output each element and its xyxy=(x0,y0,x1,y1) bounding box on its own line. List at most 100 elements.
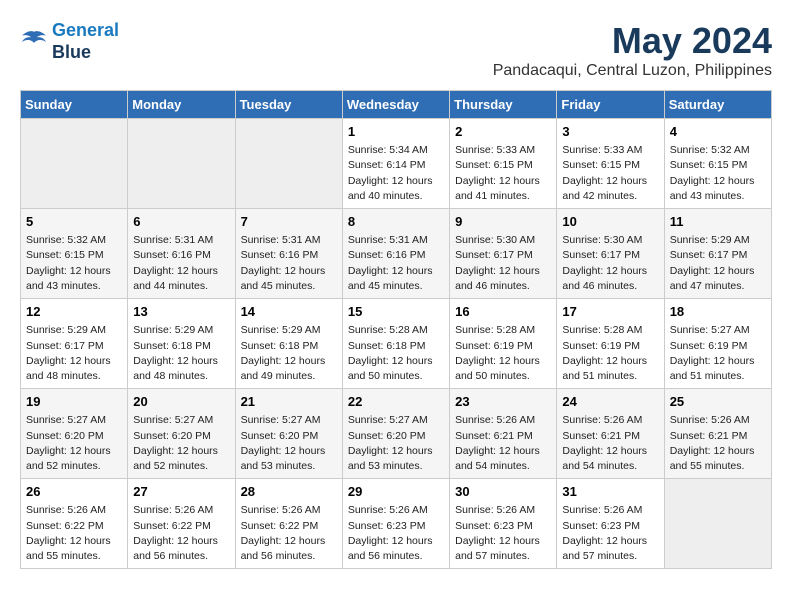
calendar-cell: 3Sunrise: 5:33 AM Sunset: 6:15 PM Daylig… xyxy=(557,119,664,209)
calendar-cell: 29Sunrise: 5:26 AM Sunset: 6:23 PM Dayli… xyxy=(342,479,449,569)
day-number: 31 xyxy=(562,483,658,501)
day-info: Sunrise: 5:29 AM Sunset: 6:18 PM Dayligh… xyxy=(241,323,337,384)
day-number: 17 xyxy=(562,303,658,321)
day-info: Sunrise: 5:31 AM Sunset: 6:16 PM Dayligh… xyxy=(241,233,337,294)
location-title: Pandacaqui, Central Luzon, Philippines xyxy=(493,62,772,80)
calendar-cell: 18 Sunrise: 5:27 AM Sunset: 6:19 PM Dayli… xyxy=(664,299,771,389)
day-info: Sunrise: 5:28 AM Sunset: 6:18 PM Dayligh… xyxy=(348,323,444,384)
logo: General Blue xyxy=(20,20,119,63)
title-block: May 2024 Pandacaqui, Central Luzon, Phil… xyxy=(493,20,772,80)
calendar-week-row: 26 Sunrise: 5:26 AM Sunset: 6:22 PM Dayli… xyxy=(21,479,772,569)
calendar-cell: 28Sunrise: 5:26 AM Sunset: 6:22 PM Dayli… xyxy=(235,479,342,569)
calendar-table: SundayMondayTuesdayWednesdayThursdayFrid… xyxy=(20,90,772,569)
day-of-week-header: Thursday xyxy=(450,91,557,119)
day-info: Sunrise: 5:32 AM Sunset: 6:15 PM Dayligh… xyxy=(26,233,122,294)
calendar-cell: 6 Sunrise: 5:31 AM Sunset: 6:16 PM Daylig… xyxy=(128,209,235,299)
day-number: 13 xyxy=(133,303,229,321)
month-title: May 2024 xyxy=(493,20,772,62)
day-info: Sunrise: 5:30 AM Sunset: 6:17 PM Dayligh… xyxy=(562,233,658,294)
calendar-cell: 25Sunrise: 5:26 AM Sunset: 6:21 PM Dayli… xyxy=(664,389,771,479)
day-info: Sunrise: 5:29 AM Sunset: 6:18 PM Dayligh… xyxy=(133,323,229,384)
calendar-cell: 22 Sunrise: 5:27 AM Sunset: 6:20 PM Dayli… xyxy=(342,389,449,479)
day-number: 24 xyxy=(562,393,658,411)
calendar-week-row: 1Sunrise: 5:34 AM Sunset: 6:14 PM Daylig… xyxy=(21,119,772,209)
day-number: 23 xyxy=(455,393,551,411)
calendar-cell: 4 Sunrise: 5:32 AM Sunset: 6:15 PM Daylig… xyxy=(664,119,771,209)
calendar-cell xyxy=(21,119,128,209)
day-of-week-header: Wednesday xyxy=(342,91,449,119)
day-info: Sunrise: 5:31 AM Sunset: 6:16 PM Dayligh… xyxy=(348,233,444,294)
calendar-cell: 7Sunrise: 5:31 AM Sunset: 6:16 PM Daylig… xyxy=(235,209,342,299)
calendar-cell: 2 Sunrise: 5:33 AM Sunset: 6:15 PM Daylig… xyxy=(450,119,557,209)
logo-icon xyxy=(20,30,48,54)
day-info: Sunrise: 5:26 AM Sunset: 6:21 PM Dayligh… xyxy=(455,413,551,474)
day-info: Sunrise: 5:27 AM Sunset: 6:19 PM Dayligh… xyxy=(670,323,766,384)
calendar-cell: 26 Sunrise: 5:26 AM Sunset: 6:22 PM Dayli… xyxy=(21,479,128,569)
calendar-cell xyxy=(235,119,342,209)
calendar-cell: 27 Sunrise: 5:26 AM Sunset: 6:22 PM Dayli… xyxy=(128,479,235,569)
calendar-week-row: 19 Sunrise: 5:27 AM Sunset: 6:20 PM Dayli… xyxy=(21,389,772,479)
calendar-cell xyxy=(664,479,771,569)
calendar-cell: 14 Sunrise: 5:29 AM Sunset: 6:18 PM Dayli… xyxy=(235,299,342,389)
day-info: Sunrise: 5:26 AM Sunset: 6:23 PM Dayligh… xyxy=(562,503,658,564)
calendar-week-row: 5 Sunrise: 5:32 AM Sunset: 6:15 PM Daylig… xyxy=(21,209,772,299)
day-of-week-header: Tuesday xyxy=(235,91,342,119)
day-info: Sunrise: 5:27 AM Sunset: 6:20 PM Dayligh… xyxy=(26,413,122,474)
day-number: 27 xyxy=(133,483,229,501)
day-number: 4 xyxy=(670,123,766,141)
day-number: 1 xyxy=(348,123,444,141)
day-info: Sunrise: 5:26 AM Sunset: 6:21 PM Dayligh… xyxy=(562,413,658,474)
day-info: Sunrise: 5:26 AM Sunset: 6:22 PM Dayligh… xyxy=(241,503,337,564)
day-of-week-header: Monday xyxy=(128,91,235,119)
calendar-cell: 5 Sunrise: 5:32 AM Sunset: 6:15 PM Daylig… xyxy=(21,209,128,299)
day-number: 30 xyxy=(455,483,551,501)
day-number: 9 xyxy=(455,213,551,231)
day-info: Sunrise: 5:28 AM Sunset: 6:19 PM Dayligh… xyxy=(562,323,658,384)
day-info: Sunrise: 5:26 AM Sunset: 6:22 PM Dayligh… xyxy=(133,503,229,564)
calendar-cell: 11Sunrise: 5:29 AM Sunset: 6:17 PM Dayli… xyxy=(664,209,771,299)
calendar-cell: 17 Sunrise: 5:28 AM Sunset: 6:19 PM Dayli… xyxy=(557,299,664,389)
calendar-cell: 8 Sunrise: 5:31 AM Sunset: 6:16 PM Daylig… xyxy=(342,209,449,299)
calendar-cell: 13 Sunrise: 5:29 AM Sunset: 6:18 PM Dayli… xyxy=(128,299,235,389)
day-number: 11 xyxy=(670,213,766,231)
day-number: 18 xyxy=(670,303,766,321)
day-info: Sunrise: 5:26 AM Sunset: 6:23 PM Dayligh… xyxy=(348,503,444,564)
calendar-week-row: 12Sunrise: 5:29 AM Sunset: 6:17 PM Dayli… xyxy=(21,299,772,389)
day-number: 6 xyxy=(133,213,229,231)
day-number: 2 xyxy=(455,123,551,141)
day-of-week-header: Friday xyxy=(557,91,664,119)
calendar-cell: 10Sunrise: 5:30 AM Sunset: 6:17 PM Dayli… xyxy=(557,209,664,299)
day-info: Sunrise: 5:32 AM Sunset: 6:15 PM Dayligh… xyxy=(670,143,766,204)
day-number: 22 xyxy=(348,393,444,411)
day-number: 14 xyxy=(241,303,337,321)
calendar-cell: 12Sunrise: 5:29 AM Sunset: 6:17 PM Dayli… xyxy=(21,299,128,389)
day-number: 19 xyxy=(26,393,122,411)
day-info: Sunrise: 5:29 AM Sunset: 6:17 PM Dayligh… xyxy=(26,323,122,384)
day-info: Sunrise: 5:27 AM Sunset: 6:20 PM Dayligh… xyxy=(348,413,444,474)
calendar-cell: 31 Sunrise: 5:26 AM Sunset: 6:23 PM Dayli… xyxy=(557,479,664,569)
day-info: Sunrise: 5:33 AM Sunset: 6:15 PM Dayligh… xyxy=(455,143,551,204)
day-number: 26 xyxy=(26,483,122,501)
calendar-cell: 24 Sunrise: 5:26 AM Sunset: 6:21 PM Dayli… xyxy=(557,389,664,479)
day-info: Sunrise: 5:30 AM Sunset: 6:17 PM Dayligh… xyxy=(455,233,551,294)
day-info: Sunrise: 5:27 AM Sunset: 6:20 PM Dayligh… xyxy=(241,413,337,474)
day-number: 5 xyxy=(26,213,122,231)
day-of-week-header: Sunday xyxy=(21,91,128,119)
day-info: Sunrise: 5:26 AM Sunset: 6:22 PM Dayligh… xyxy=(26,503,122,564)
day-info: Sunrise: 5:31 AM Sunset: 6:16 PM Dayligh… xyxy=(133,233,229,294)
calendar-cell: 21Sunrise: 5:27 AM Sunset: 6:20 PM Dayli… xyxy=(235,389,342,479)
calendar-cell: 1Sunrise: 5:34 AM Sunset: 6:14 PM Daylig… xyxy=(342,119,449,209)
calendar-cell: 16Sunrise: 5:28 AM Sunset: 6:19 PM Dayli… xyxy=(450,299,557,389)
calendar-cell: 19 Sunrise: 5:27 AM Sunset: 6:20 PM Dayli… xyxy=(21,389,128,479)
calendar-cell: 30 Sunrise: 5:26 AM Sunset: 6:23 PM Dayli… xyxy=(450,479,557,569)
day-of-week-header: Saturday xyxy=(664,91,771,119)
day-number: 20 xyxy=(133,393,229,411)
page-header: General Blue May 2024 Pandacaqui, Centra… xyxy=(20,20,772,80)
day-info: Sunrise: 5:26 AM Sunset: 6:23 PM Dayligh… xyxy=(455,503,551,564)
day-info: Sunrise: 5:28 AM Sunset: 6:19 PM Dayligh… xyxy=(455,323,551,384)
day-number: 15 xyxy=(348,303,444,321)
day-number: 8 xyxy=(348,213,444,231)
logo-text: General Blue xyxy=(52,20,119,63)
day-info: Sunrise: 5:26 AM Sunset: 6:21 PM Dayligh… xyxy=(670,413,766,474)
day-number: 3 xyxy=(562,123,658,141)
